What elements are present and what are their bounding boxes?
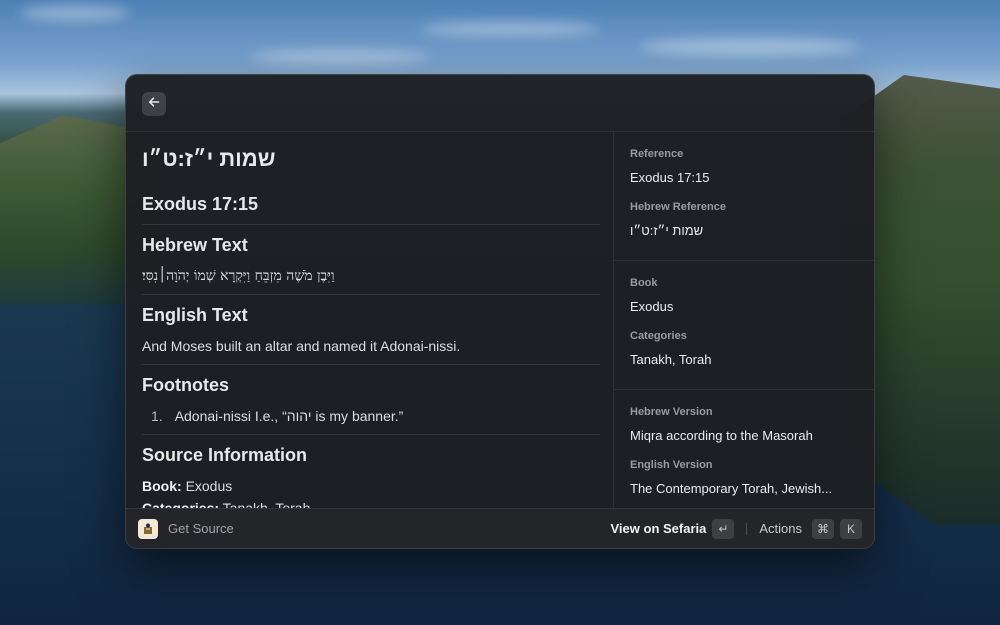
cloud: [250, 50, 430, 64]
hebrew-text: וַיִּבֶן מֹשֶׁה מִזְבֵּחַ וַיִּקְרָא שְׁ…: [142, 268, 335, 284]
categories-label: Categories: [630, 330, 687, 342]
metadata-group-book: Book Exodus Categories Tanakh, Torah: [614, 261, 874, 390]
cloud: [640, 38, 860, 56]
hebrew-reference-value: שמות י״ז:ט״ו: [630, 223, 704, 238]
hebrew-version-label: Hebrew Version: [630, 406, 713, 418]
back-button[interactable]: [142, 92, 166, 116]
source-information-heading: Source Information: [142, 445, 308, 465]
source-categories-value: Tanakh, Torah: [222, 500, 311, 508]
detail-pane[interactable]: שמות י״ז:ט״ו Exodus 17:15 Hebrew Text וַ…: [126, 132, 613, 508]
view-on-sefaria-button[interactable]: View on Sefaria: [611, 521, 707, 536]
hebrew-reference-label: Hebrew Reference: [630, 201, 726, 213]
reference-title: Exodus 17:15: [142, 194, 259, 214]
main-content: שמות י״ז:ט״ו Exodus 17:15 Hebrew Text וַ…: [126, 132, 874, 508]
divider: [746, 522, 748, 535]
book-label: Book: [630, 277, 658, 289]
source-categories: Categories: Tanakh, Torah: [142, 499, 600, 508]
enter-key-hint: ↵: [712, 518, 735, 539]
footnote-item: 1. Adonai-nissi I.e., “יהוה is my banner…: [142, 407, 600, 425]
hebrew-version-value: Miqra according to the Masorah: [630, 428, 813, 443]
command-key-hint: ⌘: [812, 518, 834, 539]
action-bar: Get Source View on Sefaria ↵ Actions ⌘ K: [126, 508, 874, 548]
hebrew-title: שמות י״ז:ט״ו: [142, 146, 276, 171]
footnote-text: Adonai-nissi I.e., “יהוה is my banner.”: [174, 408, 404, 424]
english-version-value: The Contemporary Torah, Jewish...: [630, 481, 833, 496]
english-text: And Moses built an altar and named it Ad…: [142, 338, 461, 354]
metadata-group-reference: Reference Exodus 17:15 Hebrew Reference …: [614, 132, 874, 261]
book-value: Exodus: [630, 299, 674, 314]
k-key-hint: K: [840, 518, 862, 539]
footnotes-section: Footnotes 1. Adonai-nissi I.e., “יהוה is…: [142, 364, 600, 425]
english-text-heading: English Text: [142, 305, 248, 325]
actions-button[interactable]: Actions: [759, 521, 802, 536]
sefaria-book-icon: [138, 518, 158, 539]
english-version-label: English Version: [630, 459, 713, 471]
source-book: Book: Exodus: [142, 477, 600, 495]
navigation-title: Get Source: [168, 521, 234, 536]
cloud: [20, 5, 130, 21]
english-text-section: English Text And Moses built an altar an…: [142, 294, 600, 355]
reference-value: Exodus 17:15: [630, 170, 710, 185]
source-categories-label: Categories:: [142, 500, 220, 508]
raycast-window: שמות י״ז:ט״ו Exodus 17:15 Hebrew Text וַ…: [125, 74, 875, 549]
footnote-number: 1.: [151, 408, 163, 424]
cloud: [420, 22, 600, 36]
hebrew-text-heading: Hebrew Text: [142, 235, 248, 255]
source-information-section: Source Information Book: Exodus Categori…: [142, 434, 600, 508]
source-book-value: Exodus: [185, 478, 233, 494]
metadata-pane: Reference Exodus 17:15 Hebrew Reference …: [613, 132, 874, 508]
arrow-left-icon: [148, 95, 160, 113]
metadata-group-versions: Hebrew Version Miqra according to the Ma…: [614, 390, 874, 508]
reference-label: Reference: [630, 148, 684, 160]
categories-value: Tanakh, Torah: [630, 352, 712, 367]
source-book-label: Book:: [142, 478, 182, 494]
top-bar: [126, 75, 874, 132]
hebrew-text-section: Hebrew Text וַיִּבֶן מֹשֶׁה מִזְבֵּחַ וַ…: [142, 224, 600, 285]
footnotes-heading: Footnotes: [142, 375, 229, 395]
